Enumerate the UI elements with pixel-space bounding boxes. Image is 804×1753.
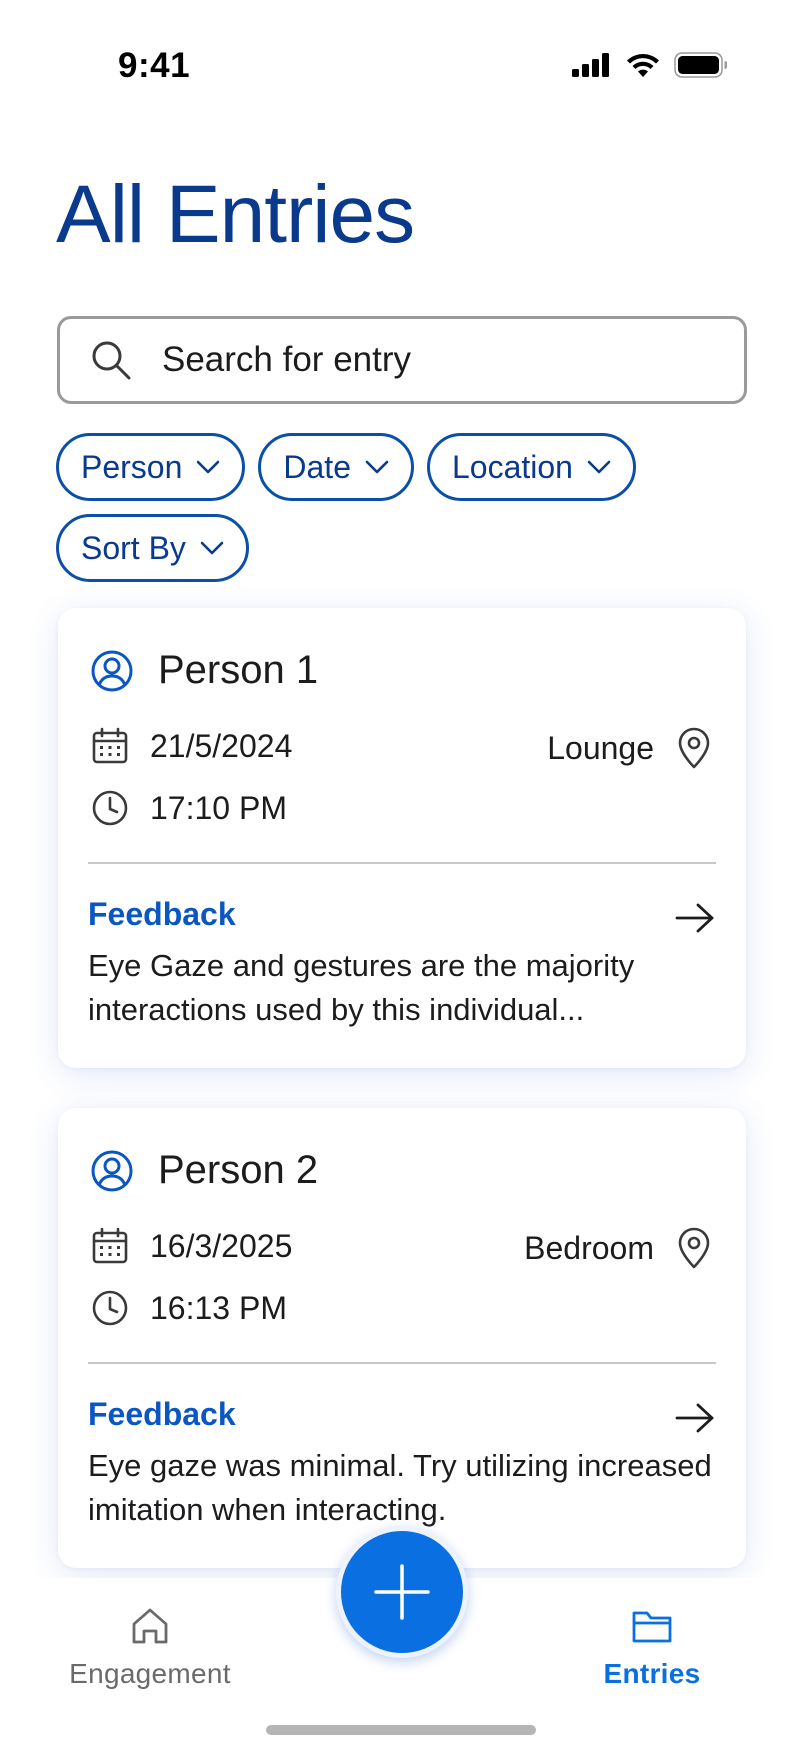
filter-person[interactable]: Person [56, 433, 246, 501]
filter-location[interactable]: Location [426, 433, 636, 501]
entry-location: Bedroom [524, 1226, 714, 1270]
card-divider [88, 862, 716, 864]
folder-icon [632, 1611, 672, 1643]
entry-time: 17:10 PM [90, 788, 287, 828]
cellular-signal-icon [572, 53, 609, 77]
chevron-down-icon [587, 460, 611, 474]
person-row: Person 2 [90, 1148, 318, 1193]
plus-icon [374, 1564, 430, 1620]
entry-date-text: 21/5/2024 [150, 727, 293, 764]
chevron-down-icon [197, 460, 220, 474]
status-bar: 9:41 [0, 0, 804, 110]
entry-time: 16:13 PM [90, 1288, 287, 1328]
feedback-text: Eye gaze was minimal. Try utilizing incr… [88, 1448, 712, 1527]
calendar-icon [92, 727, 128, 764]
person-name: Person 2 [158, 1148, 319, 1192]
nav-label-engagement: Engagement [69, 1658, 231, 1689]
entry-card[interactable]: Person 1 21/5/2024 17:10 PM Lounge Feedb… [58, 608, 746, 1068]
filter-sort-by[interactable]: Sort By [56, 514, 249, 582]
filter-chips: Person Date Location Sort By [56, 433, 756, 582]
arrow-right-icon[interactable] [674, 900, 716, 936]
entry-location-text: Lounge [547, 729, 654, 766]
battery-icon [674, 52, 727, 78]
entry-date: 16/3/2025 [90, 1226, 292, 1266]
search-input[interactable]: Search for entry [57, 316, 747, 404]
user-circle-icon [91, 650, 133, 691]
nav-item-entries[interactable]: Entries [580, 1604, 724, 1690]
nav-item-engagement[interactable]: Engagement [60, 1604, 240, 1690]
calendar-icon [92, 1227, 128, 1264]
entry-location-text: Bedroom [524, 1229, 654, 1266]
home-icon [132, 1608, 168, 1644]
user-circle-icon [91, 1150, 133, 1191]
entry-time-text: 16:13 PM [150, 1289, 287, 1326]
home-indicator[interactable] [266, 1725, 536, 1735]
map-pin-icon [678, 727, 710, 769]
status-icons [572, 52, 728, 78]
filter-date-label: Date [283, 448, 351, 485]
filter-sort-by-label: Sort By [81, 529, 186, 566]
entry-date-text: 16/3/2025 [150, 1227, 293, 1264]
search-icon [92, 341, 131, 380]
person-row: Person 1 [90, 648, 318, 693]
filter-location-label: Location [451, 448, 573, 485]
entry-location: Lounge [547, 726, 714, 770]
search-placeholder: Search for entry [162, 340, 411, 379]
entry-date: 21/5/2024 [90, 726, 292, 766]
feedback-label: Feedback [88, 1396, 236, 1432]
clock-icon [92, 1290, 128, 1326]
filter-date[interactable]: Date [258, 433, 414, 501]
map-pin-icon [678, 1227, 710, 1269]
page-title: All Entries [56, 169, 415, 260]
clock-icon [92, 790, 128, 826]
entry-card[interactable]: Person 2 16/3/2025 16:13 PM Bedroom Feed… [58, 1108, 746, 1568]
person-name: Person 1 [158, 648, 319, 692]
card-divider [88, 1362, 716, 1364]
status-time: 9:41 [118, 46, 191, 85]
nav-label-entries: Entries [603, 1658, 701, 1689]
entry-time-text: 17:10 PM [150, 789, 287, 826]
add-entry-button[interactable] [336, 1526, 468, 1658]
filter-person-label: Person [81, 448, 183, 485]
arrow-right-icon[interactable] [674, 1400, 716, 1436]
wifi-icon [627, 54, 659, 77]
chevron-down-icon [365, 460, 389, 474]
feedback-label: Feedback [88, 896, 236, 932]
feedback-text: Eye Gaze and gestures are the majority i… [88, 948, 635, 1027]
chevron-down-icon [200, 541, 224, 555]
